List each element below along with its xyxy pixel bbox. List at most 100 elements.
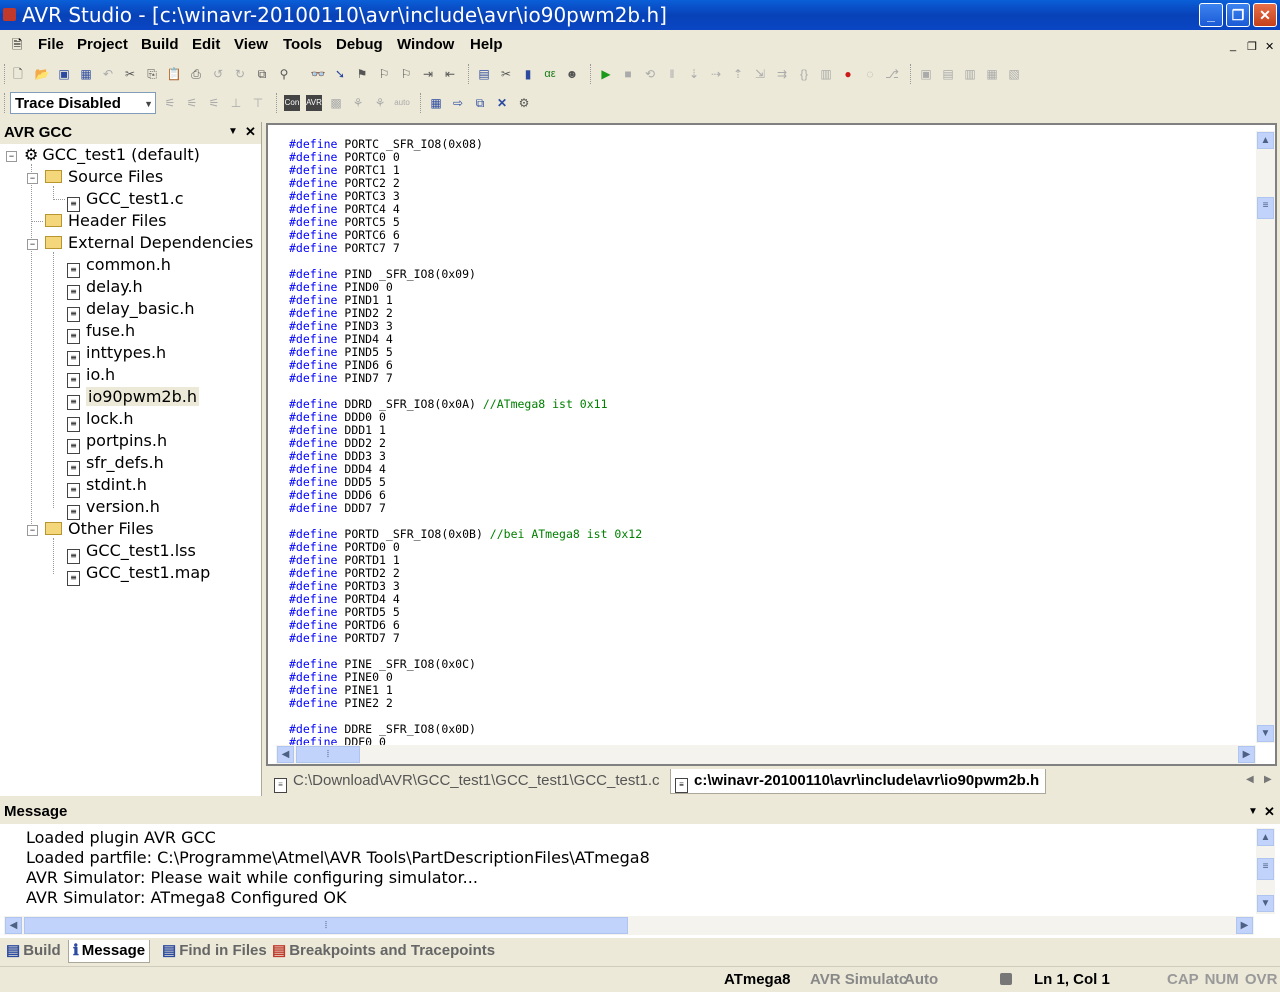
auto-step-icon[interactable]: ⇉: [774, 66, 790, 82]
menu-file[interactable]: File: [38, 36, 64, 53]
file-item[interactable]: ≡ delay_basic.h: [67, 299, 194, 322]
io-window-icon[interactable]: ▧: [1006, 66, 1022, 82]
program-avr-icon[interactable]: ▤: [476, 66, 492, 82]
probe-icon[interactable]: ⚘: [350, 95, 366, 111]
tab-io90pwm2b-h[interactable]: ≡ c:\winavr-20100110\avr\include\avr\io90…: [670, 769, 1047, 794]
step-into-icon[interactable]: ⇣: [686, 66, 702, 82]
document-icon[interactable]: 🗎: [12, 36, 22, 58]
mdi-minimize-button[interactable]: _: [1230, 40, 1236, 52]
file-item[interactable]: ≡ stdint.h: [67, 475, 147, 498]
new-file-icon[interactable]: 🗋: [10, 66, 26, 82]
undo-icon[interactable]: ↺: [210, 66, 226, 82]
break-icon[interactable]: ■: [620, 66, 636, 82]
tab-build[interactable]: ▤ Build: [6, 940, 61, 962]
undo-disabled-icon[interactable]: ↶: [100, 66, 116, 82]
panel-close-icon[interactable]: ✕: [1264, 800, 1275, 824]
file-item[interactable]: ≡ sfr_defs.h: [67, 453, 164, 476]
grid-icon[interactable]: ▦: [428, 95, 444, 111]
scroll-thumb[interactable]: ≡: [1257, 197, 1274, 219]
scroll-left-icon[interactable]: ◀: [277, 746, 294, 763]
print-icon[interactable]: ⎙: [188, 66, 204, 82]
code-editor[interactable]: #define PORTC _SFR_IO8(0x08) #define PORT…: [266, 123, 1277, 766]
connect-icon[interactable]: ▮: [520, 66, 536, 82]
code-content[interactable]: #define PORTC _SFR_IO8(0x08) #define PORT…: [289, 138, 642, 749]
code-line[interactable]: #define PIND7 7: [289, 372, 642, 385]
tab-find-in-files[interactable]: ▤ Find in Files: [162, 940, 267, 962]
message-horizontal-scrollbar[interactable]: ◀ ⦙ ▶: [4, 916, 1254, 935]
cut-icon[interactable]: ✂: [122, 66, 138, 82]
maximize-button[interactable]: ❐: [1226, 3, 1250, 27]
trace-icon[interactable]: ⎇: [884, 66, 900, 82]
quickwatch-icon[interactable]: {}: [796, 66, 812, 82]
menu-project[interactable]: Project: [77, 36, 128, 53]
paste-icon[interactable]: 📋: [166, 66, 182, 82]
pause-icon[interactable]: ‖: [664, 66, 680, 82]
binoculars-icon[interactable]: 👓: [310, 66, 326, 82]
settings-icon[interactable]: ⚙: [516, 95, 532, 111]
code-line[interactable]: #define PORTD7 7: [289, 632, 642, 645]
minimize-button[interactable]: _: [1199, 3, 1223, 27]
register-window-icon[interactable]: ▥: [962, 66, 978, 82]
file-item[interactable]: ≡ GCC_test1.lss: [67, 541, 196, 564]
mdi-restore-button[interactable]: ❐: [1247, 40, 1257, 53]
outdent-icon[interactable]: ⇤: [442, 66, 458, 82]
watch-window-icon[interactable]: ▣: [918, 66, 934, 82]
message-vertical-scrollbar[interactable]: ▲ ≡ ▼: [1256, 828, 1275, 914]
probe2-icon[interactable]: ⚘: [372, 95, 388, 111]
run-icon[interactable]: ▶: [598, 66, 614, 82]
tab-message[interactable]: ℹ Message: [68, 940, 151, 963]
windows-icon[interactable]: ⧉: [254, 66, 270, 82]
reset-icon[interactable]: ⟲: [642, 66, 658, 82]
scroll-thumb-horizontal[interactable]: ⦙: [296, 746, 360, 763]
scroll-down-icon[interactable]: ▼: [1257, 725, 1274, 742]
plugin-icon[interactable]: ☻: [564, 66, 580, 82]
file-item[interactable]: ≡ GCC_test1.c: [67, 189, 184, 212]
open-file-icon[interactable]: 📂: [34, 66, 50, 82]
tools-icon[interactable]: ✂: [498, 66, 514, 82]
folder-other-files[interactable]: Other Files: [45, 519, 154, 539]
chip-icon[interactable]: ▩: [328, 95, 344, 111]
file-item[interactable]: ≡ portpins.h: [67, 431, 167, 454]
save-icon[interactable]: ▣: [56, 66, 72, 82]
scroll-up-icon[interactable]: ▲: [1257, 132, 1274, 149]
menu-window[interactable]: Window: [397, 36, 454, 53]
redo-icon[interactable]: ↻: [232, 66, 248, 82]
disassembler-icon[interactable]: ▥: [818, 66, 834, 82]
trace-mode-select[interactable]: Trace Disabled ▼: [10, 92, 156, 114]
menu-edit[interactable]: Edit: [192, 36, 220, 53]
tab-scroll-left-icon[interactable]: ◀: [1246, 774, 1254, 785]
panel-close-icon[interactable]: ✕: [245, 124, 256, 140]
app-icon[interactable]: [3, 8, 16, 21]
load-icon[interactable]: ⇨: [450, 95, 466, 111]
indent-icon[interactable]: ⇥: [420, 66, 436, 82]
collapse-external-toggle[interactable]: −: [27, 239, 38, 250]
stack-icon[interactable]: ⧉: [472, 95, 488, 111]
avr-icon[interactable]: AVR: [306, 95, 322, 111]
file-item[interactable]: ≡ GCC_test1.map: [67, 563, 210, 586]
trace-filter-icon[interactable]: ⚟: [162, 95, 178, 111]
panel-dropdown-icon[interactable]: ▼: [1248, 800, 1258, 824]
find-next-icon[interactable]: ➘: [332, 66, 348, 82]
tab-breakpoints[interactable]: ▤ Breakpoints and Tracepoints: [272, 940, 495, 962]
file-item[interactable]: ≡ delay.h: [67, 277, 143, 300]
code-line[interactable]: #define PORTC7 7: [289, 242, 642, 255]
file-item-selected[interactable]: ≡ io90pwm2b.h: [67, 387, 199, 410]
scroll-thumb-horizontal[interactable]: ⦙: [24, 917, 628, 934]
menu-tools[interactable]: Tools: [283, 36, 322, 53]
panel-dropdown-icon[interactable]: ▼: [228, 126, 238, 137]
trace-down-icon[interactable]: ⊥: [228, 95, 244, 111]
file-item[interactable]: ≡ fuse.h: [67, 321, 135, 344]
collapse-source-toggle[interactable]: −: [27, 173, 38, 184]
menu-help[interactable]: Help: [470, 36, 503, 53]
file-item[interactable]: ≡ inttypes.h: [67, 343, 166, 366]
project-root[interactable]: ⚙ GCC_test1 (default): [24, 145, 200, 165]
scroll-right-icon[interactable]: ▶: [1238, 746, 1255, 763]
mdi-close-button[interactable]: ✕: [1265, 40, 1274, 53]
file-item[interactable]: ≡ version.h: [67, 497, 160, 520]
editor-vertical-scrollbar[interactable]: ▲ ≡ ▼: [1256, 131, 1275, 743]
scroll-right-icon[interactable]: ▶: [1236, 917, 1253, 934]
sim-icon[interactable]: αε: [542, 66, 558, 82]
collapse-project-toggle[interactable]: −: [6, 151, 17, 162]
collapse-other-toggle[interactable]: −: [27, 525, 38, 536]
run-to-cursor-icon[interactable]: ⇲: [752, 66, 768, 82]
